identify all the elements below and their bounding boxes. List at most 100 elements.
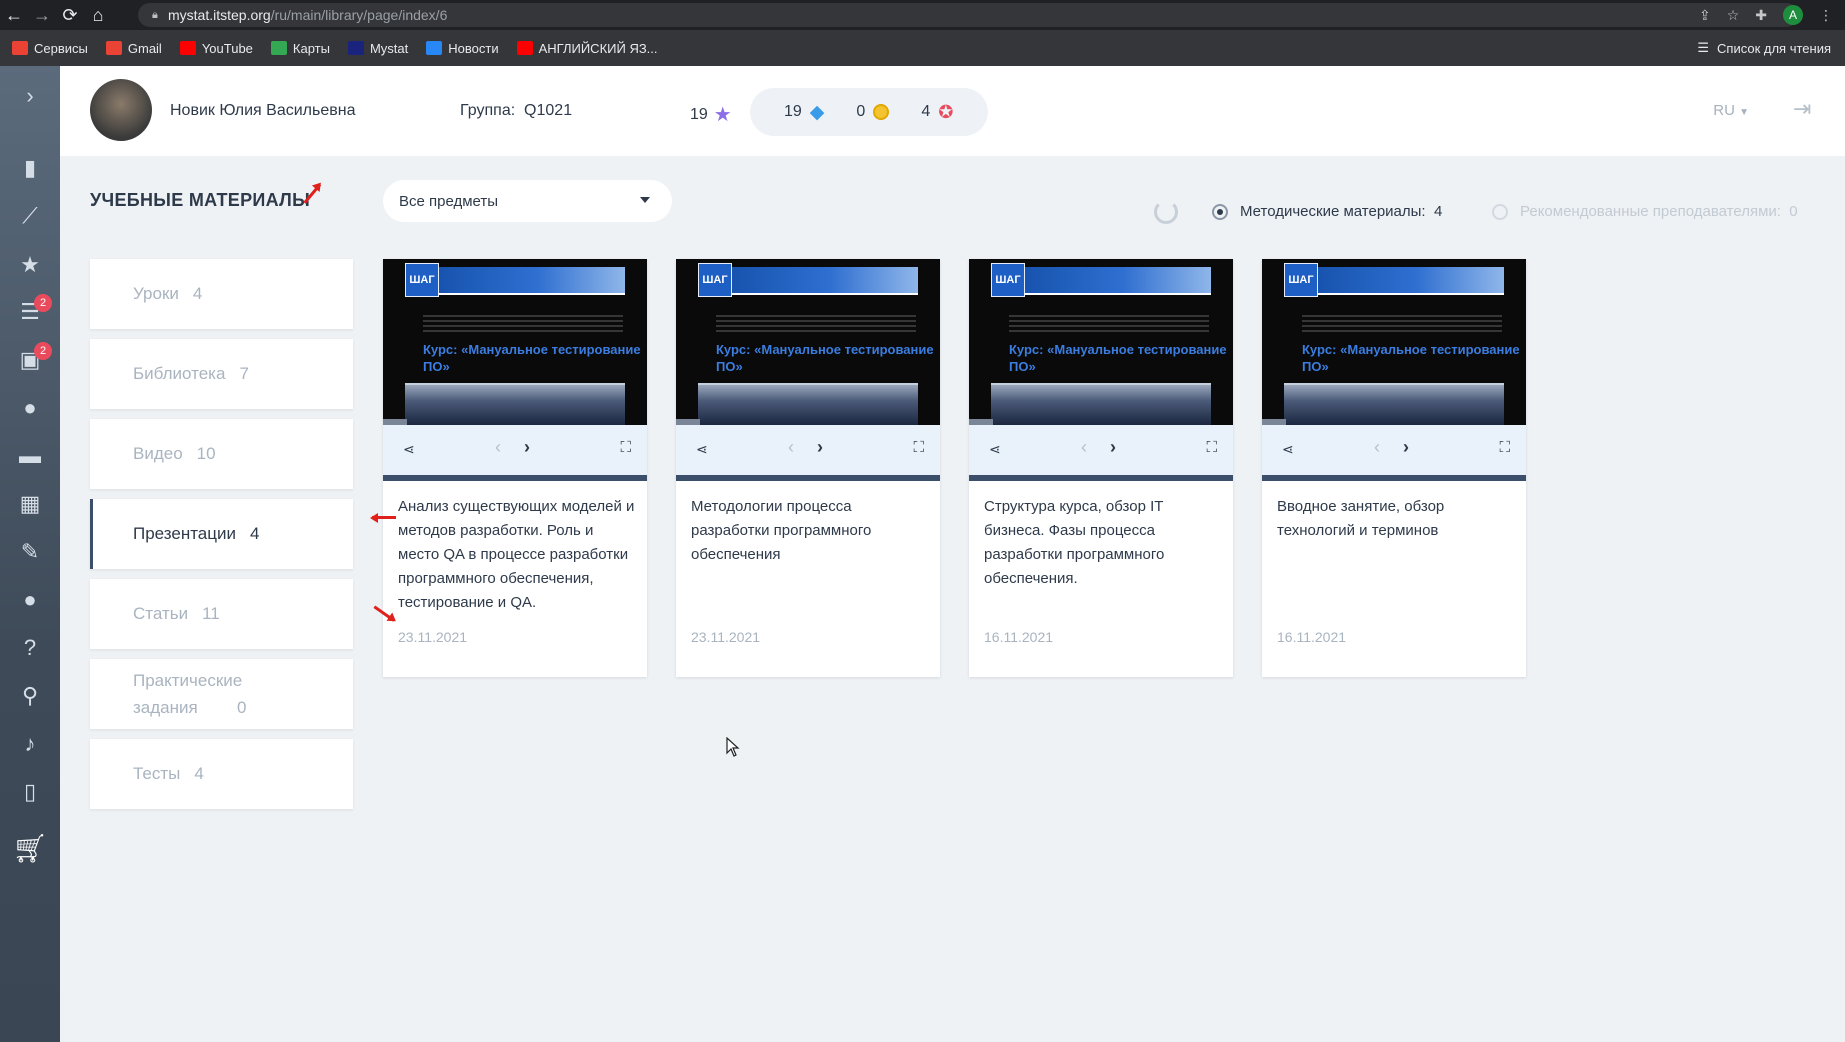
refresh-icon[interactable]	[1154, 200, 1178, 224]
step-logo-icon: ШАГ	[405, 263, 439, 297]
filter-methodical-label: Методические материалы:	[1240, 203, 1426, 220]
filter-methodical[interactable]: Методические материалы: 4	[1212, 203, 1442, 220]
sidebar-item-user[interactable]: ●	[0, 578, 60, 622]
reading-list[interactable]: ☰ Список для чтения	[1697, 30, 1831, 66]
sidebar-item-location[interactable]: ⚲	[0, 674, 60, 718]
category-count: 4	[192, 284, 203, 303]
avatar[interactable]	[90, 79, 152, 141]
sidebar-item-homework[interactable]: ▣ 2	[0, 338, 60, 382]
sidebar-item-line-chart[interactable]: ⟋	[0, 194, 60, 238]
slide-thumbnail[interactable]: ШАГ Курс: «Мануальное тестирование ПО»	[969, 259, 1233, 425]
url-host: mystat.itstep.org	[168, 7, 271, 23]
sidebar-item-list[interactable]: ☰ 2	[0, 290, 60, 334]
step-logo-icon: ШАГ	[1284, 263, 1318, 297]
bookmark-item[interactable]: АНГЛИЙСКИЙ ЯЗ...	[516, 41, 658, 56]
category-item[interactable]: Уроки 4	[90, 259, 353, 329]
language-select[interactable]: RU ▼	[1713, 102, 1749, 119]
cart-icon: 🛒︎	[12, 832, 48, 864]
presentation-card[interactable]: ШАГ Курс: «Мануальное тестирование ПО» ⋖ ‹ ›…	[676, 259, 940, 677]
sidebar-item-star[interactable]: ★	[0, 243, 60, 287]
share-icon[interactable]: ⇪	[1699, 7, 1711, 24]
coin-icon	[873, 104, 890, 120]
header: Новик Юлия Васильевна Группа: Q1021 19 ★…	[60, 66, 1845, 156]
chevron-down-icon: ▼	[1739, 107, 1749, 118]
bookmark-item[interactable]: Gmail	[105, 40, 162, 56]
card-title[interactable]: Анализ существующих моделей и методов ра…	[398, 495, 638, 615]
pen-icon: ✎	[20, 539, 40, 564]
category-count: 7	[239, 364, 249, 383]
slide-course-title: Курс: «Мануальное тестирование ПО»	[1009, 342, 1227, 374]
chevron-right-icon[interactable]: ›	[524, 437, 530, 458]
category-item[interactable]: Библиотека 7	[90, 339, 353, 409]
calendar-icon: ▦	[19, 491, 41, 516]
category-label: Статьи	[133, 604, 189, 623]
fullscreen-icon[interactable]: ⛶	[913, 439, 924, 456]
filter-recommended[interactable]: Рекомендованные преподавателями: 0	[1492, 203, 1798, 220]
card-title[interactable]: Методологии процесса разработки программ…	[691, 495, 931, 567]
caret-down-icon	[640, 197, 650, 203]
category-item[interactable]: Практические задания 0	[90, 659, 353, 729]
extensions-icon[interactable]: ✚	[1755, 7, 1767, 24]
sidebar-item-help[interactable]: ?	[0, 626, 60, 670]
card-title[interactable]: Структура курса, обзор IT бизнеса. Фазы …	[984, 495, 1224, 591]
fullscreen-icon[interactable]: ⛶	[1206, 439, 1217, 456]
share-icon[interactable]: ⋖	[1282, 441, 1294, 458]
reload-icon[interactable]: ⟳	[56, 0, 84, 30]
presentation-card[interactable]: ШАГ Курс: «Мануальное тестирование ПО» ⋖ ‹ ›…	[969, 259, 1233, 677]
sidebar-item-cart[interactable]: 🛒︎	[0, 826, 60, 870]
sidebar-item-bar-chart[interactable]: ▮	[0, 146, 60, 190]
coins-value: 0	[856, 103, 866, 120]
category-item[interactable]: Видео 10	[90, 419, 353, 489]
presentation-card[interactable]: ШАГ Курс: «Мануальное тестирование ПО» ⋖ ‹ ›…	[1262, 259, 1526, 677]
slide-thumbnail[interactable]: ШАГ Курс: «Мануальное тестирование ПО»	[676, 259, 940, 425]
sidebar-item-microphone[interactable]: ♪	[0, 722, 60, 766]
sidebar-item-book[interactable]: ▯	[0, 770, 60, 814]
sidebar-item-chat[interactable]: ●	[0, 386, 60, 430]
sidebar-item-chevron-right[interactable]: ›	[0, 74, 60, 118]
category-item[interactable]: Тесты 4	[90, 739, 353, 809]
vk-icon	[426, 41, 443, 55]
presentation-card[interactable]: ШАГ Курс: «Мануальное тестирование ПО» ⋖ ‹ ›…	[383, 259, 647, 677]
subject-select[interactable]: Все предметы	[383, 180, 672, 222]
category-item[interactable]: Презентации 4	[90, 499, 353, 569]
bookmark-label: Mystat	[369, 40, 409, 56]
chevron-left-icon[interactable]: ‹	[1081, 437, 1087, 458]
bookmark-label: YouTube	[201, 40, 253, 56]
chevron-right-icon[interactable]: ›	[1110, 437, 1116, 458]
sidebar-item-pen[interactable]: ✎	[0, 530, 60, 574]
bookmark-item[interactable]: Mystat	[347, 40, 409, 56]
bookmark-item[interactable]: Карты	[270, 41, 330, 56]
address-bar[interactable]: 🔒︎ mystat.itstep.org/ru/main/library/pag…	[138, 3, 1798, 27]
radio-unchecked-icon[interactable]	[1492, 203, 1508, 220]
slide-thumbnail[interactable]: ШАГ Курс: «Мануальное тестирование ПО»	[383, 259, 647, 425]
radio-checked-icon[interactable]	[1212, 203, 1228, 220]
share-icon[interactable]: ⋖	[403, 441, 415, 458]
menu-icon[interactable]: ⋮	[1819, 7, 1833, 24]
sidebar-item-card[interactable]: ▬	[0, 434, 60, 478]
chevron-left-icon[interactable]: ‹	[1374, 437, 1380, 458]
bookmark-item[interactable]: Новости	[426, 41, 499, 56]
profile-avatar[interactable]: A	[1783, 5, 1803, 25]
stars-value: 19	[690, 105, 708, 123]
back-icon[interactable]: ←	[0, 0, 28, 30]
chevron-right-icon[interactable]: ›	[817, 437, 823, 458]
share-icon[interactable]: ⋖	[696, 441, 708, 458]
bookmark-label: Gmail	[127, 40, 162, 56]
forward-icon[interactable]: →	[28, 0, 56, 30]
fullscreen-icon[interactable]: ⛶	[1499, 439, 1510, 456]
category-item[interactable]: Статьи 11	[90, 579, 353, 649]
slide-thumbnail[interactable]: ШАГ Курс: «Мануальное тестирование ПО»	[1262, 259, 1526, 425]
bookmark-item[interactable]: YouTube	[179, 40, 253, 56]
logout-icon[interactable]: ⇥	[1793, 96, 1817, 124]
bookmark-star-icon[interactable]: ☆	[1727, 7, 1740, 24]
sidebar-item-calendar[interactable]: ▦	[0, 482, 60, 526]
share-icon[interactable]: ⋖	[989, 441, 1001, 458]
chevron-left-icon[interactable]: ‹	[495, 437, 501, 458]
fullscreen-icon[interactable]: ⛶	[620, 439, 631, 456]
chevron-right-icon[interactable]: ›	[1403, 437, 1409, 458]
chevron-left-icon[interactable]: ‹	[788, 437, 794, 458]
bookmark-item[interactable]: Сервисы	[12, 41, 88, 56]
slide-controls: ⋖ ‹ › ⛶	[676, 425, 940, 481]
home-icon[interactable]: ⌂	[84, 0, 112, 30]
card-title[interactable]: Вводное занятие, обзор технологий и терм…	[1277, 495, 1517, 543]
